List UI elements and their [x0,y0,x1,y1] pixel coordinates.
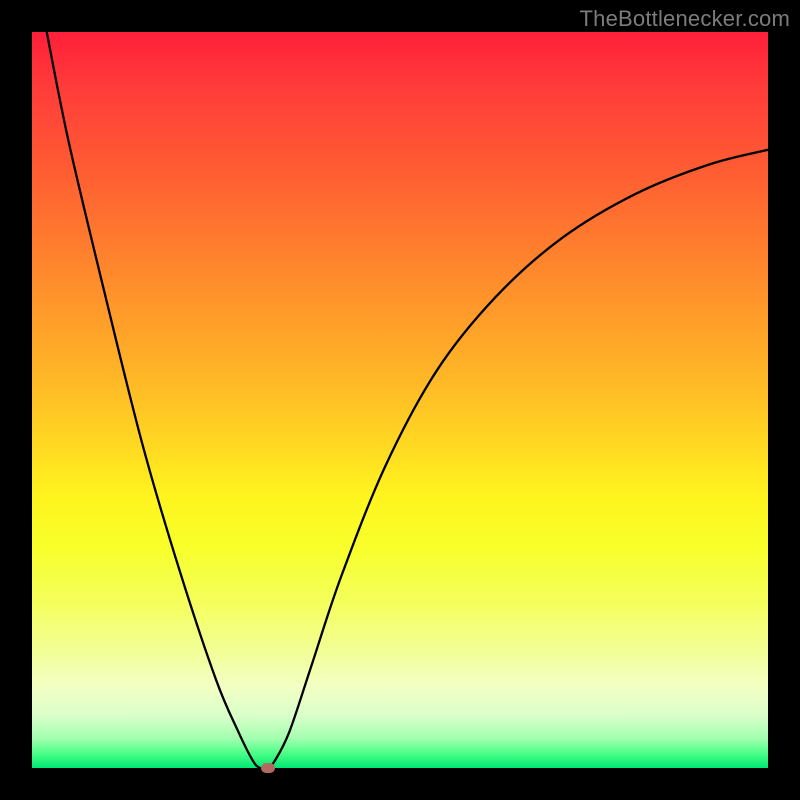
chart-frame: TheBottlenecker.com [0,0,800,800]
watermark-label: TheBottlenecker.com [580,6,790,32]
optimal-point-marker [261,763,275,773]
bottleneck-curve [32,32,768,768]
plot-area [32,32,768,768]
